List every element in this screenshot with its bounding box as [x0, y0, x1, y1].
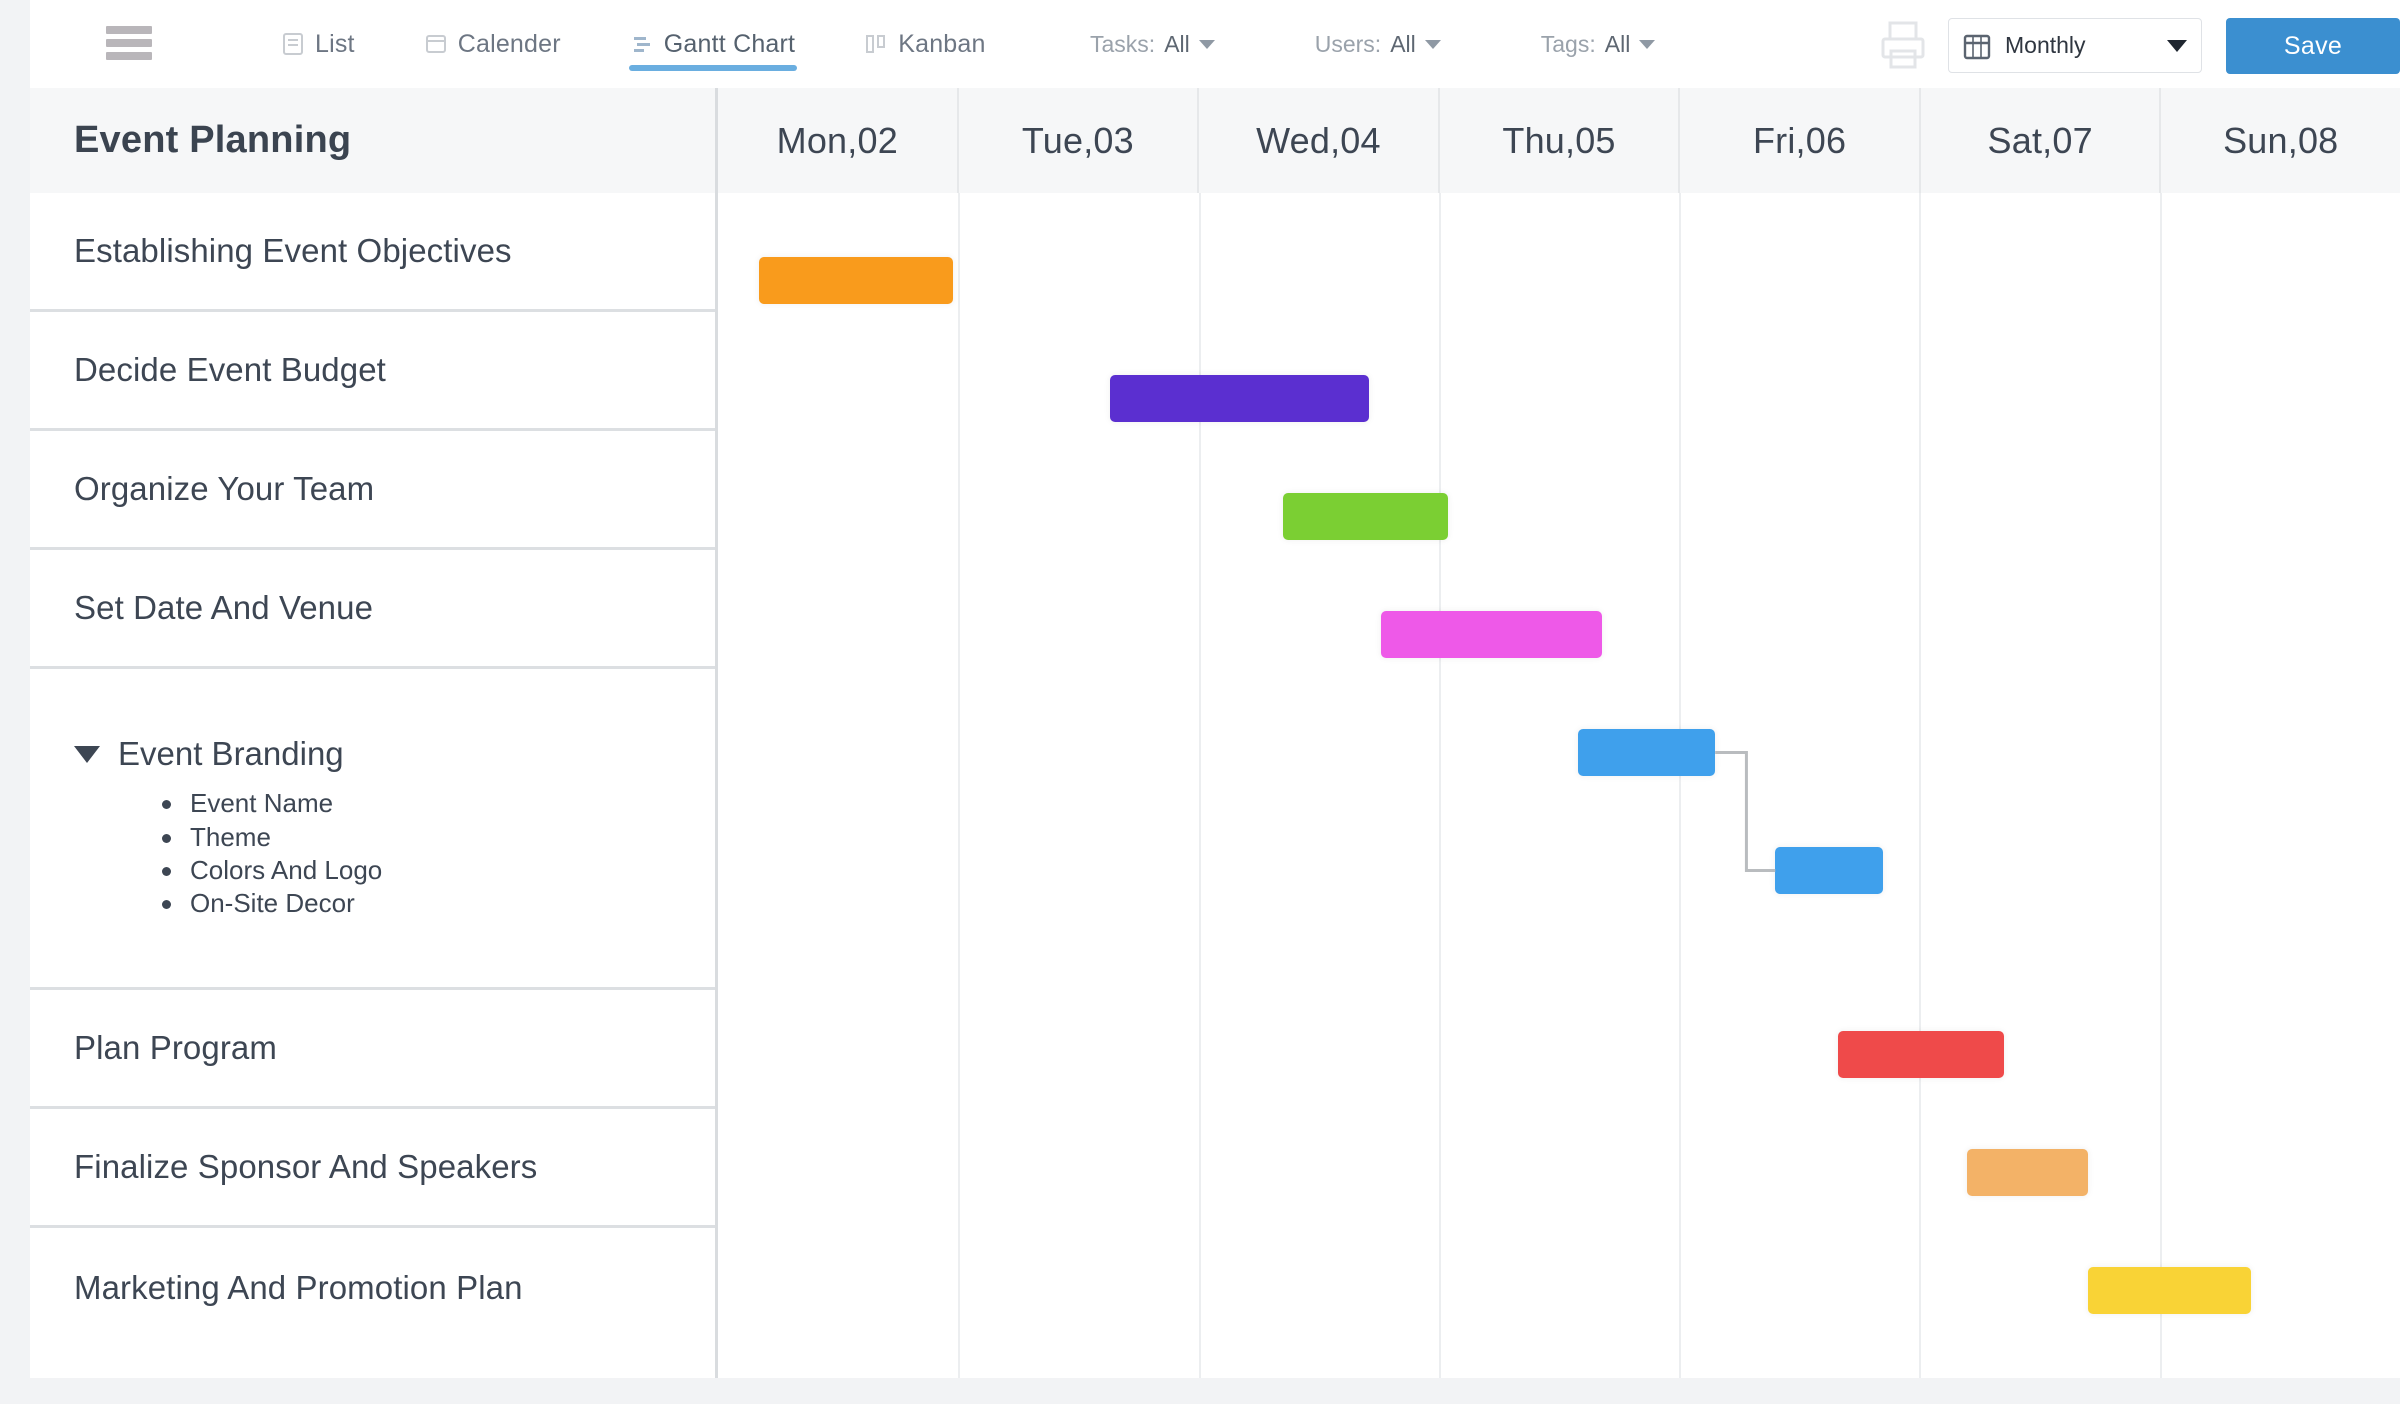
task-row[interactable]: Marketing And Promotion Plan — [30, 1228, 715, 1347]
gantt-bar[interactable] — [758, 257, 954, 304]
subtask-item[interactable]: Theme — [162, 821, 715, 854]
timeline-day-label: Sun,08 — [2223, 119, 2339, 161]
task-row[interactable]: Establishing Event Objectives — [30, 193, 715, 312]
task-group-label: Event Branding — [118, 735, 344, 773]
timeline-day-cell: Mon,02 — [718, 88, 959, 193]
project-header: Event Planning — [30, 88, 715, 193]
calendar-icon — [425, 35, 446, 53]
task-label: Plan Program — [74, 1029, 277, 1066]
timeline-header: Mon,02 Tue,03 Wed,04 Thu,05 Fri,06 Sat,07 Sun,… — [718, 88, 2400, 193]
task-row[interactable]: Finalize Sponsor And Speakers — [30, 1109, 715, 1228]
gantt-gridline — [1919, 193, 1922, 1378]
tab-gantt-chart[interactable]: Gantt Chart — [628, 0, 798, 88]
filter-users-key: Users: — [1314, 30, 1382, 57]
task-row[interactable]: Plan Program — [30, 990, 715, 1109]
period-value: Monthly — [2005, 32, 2086, 58]
task-group-header[interactable]: Event Branding — [74, 735, 715, 773]
subtask-item[interactable]: On-Site Decor — [162, 887, 715, 920]
timeline-day-label: Tue,03 — [1021, 119, 1134, 161]
gantt-bar[interactable] — [1578, 729, 1716, 776]
gantt-canvas — [718, 193, 2400, 1378]
gantt-chart-app: List Calender Gantt Chart Kanban Tasks: … — [0, 0, 2400, 1404]
tab-gantt-chart-label: Gantt Chart — [663, 29, 796, 58]
timeline-day-cell: Thu,05 — [1440, 88, 1681, 193]
filter-users-value: All — [1390, 30, 1416, 57]
period-dropdown[interactable]: Monthly — [1948, 18, 2202, 73]
chevron-down-icon — [1198, 39, 1215, 49]
filter-tasks-value: All — [1164, 30, 1190, 57]
dependency-connector — [1715, 751, 1776, 872]
filter-tasks-key: Tasks: — [1090, 30, 1156, 57]
task-row[interactable]: Set Date And Venue — [30, 550, 715, 669]
timeline-day-label: Mon,02 — [776, 119, 898, 161]
subtask-item[interactable]: Event Name — [162, 787, 715, 820]
view-tabs: List Calender Gantt Chart Kanban — [280, 0, 1054, 88]
task-label: Establishing Event Objectives — [74, 232, 512, 269]
filter-tags[interactable]: Tags: All — [1541, 31, 1656, 58]
task-label: Decide Event Budget — [74, 351, 386, 388]
gantt-bar[interactable] — [1282, 493, 1449, 540]
task-label: Set Date And Venue — [74, 589, 374, 626]
gantt-panel: Mon,02 Tue,03 Wed,04 Thu,05 Fri,06 Sat,07 Sun,… — [718, 88, 2400, 1378]
gantt-gridline — [2159, 193, 2162, 1378]
tab-list[interactable]: List — [280, 0, 357, 88]
gantt-gridline — [1438, 193, 1441, 1378]
task-row[interactable]: Organize Your Team — [30, 431, 715, 550]
task-group-row[interactable]: Event Branding Event Name Theme Colors And … — [30, 669, 715, 990]
kanban-icon — [866, 35, 886, 53]
top-toolbar: List Calender Gantt Chart Kanban Tasks: … — [30, 0, 2400, 88]
subtask-list: Event Name Theme Colors And Logo On-Site De… — [74, 787, 715, 920]
tab-list-label: List — [315, 29, 355, 58]
hamburger-menu-icon[interactable] — [106, 26, 152, 60]
timeline-day-cell: Sat,07 — [1921, 88, 2162, 193]
gantt-bar[interactable] — [1775, 847, 1884, 894]
task-row[interactable]: Decide Event Budget — [30, 312, 715, 431]
tab-kanban[interactable]: Kanban — [863, 0, 987, 88]
page-title: Event Planning — [74, 119, 352, 161]
timeline-day-cell: Sun,08 — [2161, 88, 2400, 193]
task-list-panel: Event Planning Establishing Event Object… — [30, 88, 718, 1378]
printer-icon[interactable] — [1875, 18, 1935, 72]
calendar-date-icon — [1963, 34, 1991, 59]
chevron-down-icon — [2167, 39, 2187, 52]
filter-tasks[interactable]: Tasks: All — [1090, 31, 1215, 58]
task-label: Finalize Sponsor And Speakers — [74, 1148, 538, 1185]
tab-calender[interactable]: Calender — [423, 0, 563, 88]
timeline-day-label: Thu,05 — [1502, 119, 1616, 161]
filter-tags-key: Tags: — [1540, 30, 1596, 57]
gantt-gridline — [1198, 193, 1201, 1378]
gantt-bar[interactable] — [1109, 375, 1370, 422]
chevron-down-icon — [1424, 39, 1441, 49]
timeline-day-label: Wed,04 — [1256, 119, 1381, 161]
chevron-down-icon — [1639, 39, 1656, 49]
filter-users[interactable]: Users: All — [1315, 31, 1441, 58]
tab-calender-label: Calender — [457, 29, 561, 58]
timeline-day-cell: Fri,06 — [1680, 88, 1921, 193]
list-icon — [283, 33, 303, 55]
timeline-day-cell: Tue,03 — [959, 88, 1200, 193]
save-button[interactable]: Save — [2226, 18, 2400, 74]
gantt-icon — [633, 37, 650, 52]
task-label: Organize Your Team — [74, 470, 375, 507]
task-rows: Establishing Event Objectives Decide Even… — [30, 193, 715, 1347]
task-label: Marketing And Promotion Plan — [74, 1268, 523, 1306]
timeline-day-cell: Wed,04 — [1199, 88, 1440, 193]
chevron-down-icon[interactable] — [74, 745, 100, 763]
tab-kanban-label: Kanban — [898, 29, 986, 58]
filter-tags-value: All — [1604, 30, 1631, 57]
gantt-bar[interactable] — [1837, 1031, 2004, 1078]
gantt-bar[interactable] — [1381, 611, 1603, 658]
active-tab-indicator — [628, 65, 798, 71]
gantt-gridline — [958, 193, 961, 1378]
gantt-gridline — [1679, 193, 1682, 1378]
gantt-bar[interactable] — [1967, 1149, 2088, 1196]
timeline-day-label: Sat,07 — [1987, 119, 2093, 161]
timeline-day-label: Fri,06 — [1752, 119, 1847, 161]
filter-group: Tasks: All Users: All Tags: All — [1090, 0, 1755, 88]
gantt-bar[interactable] — [2087, 1267, 2252, 1314]
subtask-item[interactable]: Colors And Logo — [162, 854, 715, 887]
